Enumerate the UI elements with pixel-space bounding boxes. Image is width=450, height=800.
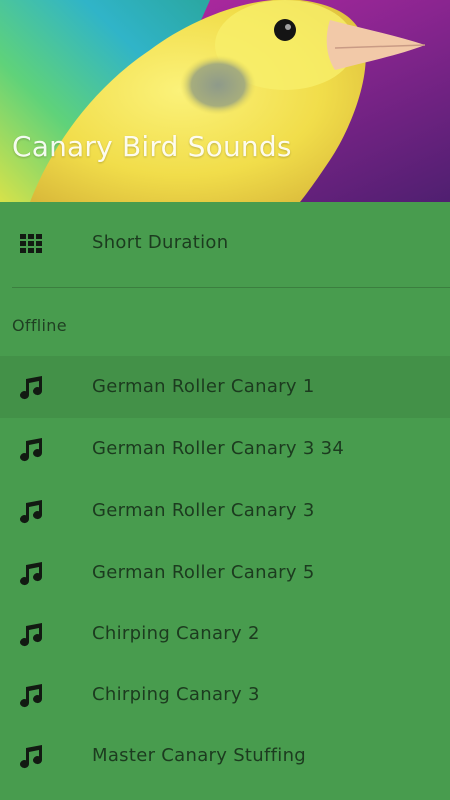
music-note-icon	[14, 738, 50, 774]
music-note-icon	[14, 493, 50, 529]
music-note-icon	[14, 677, 50, 713]
music-note-icon	[14, 616, 50, 652]
list-item-label: German Roller Canary 3	[92, 500, 315, 521]
list-item-label: German Roller Canary 3 34	[92, 438, 345, 459]
list-item-label: German Roller Canary 1	[92, 376, 315, 397]
music-note-icon	[14, 369, 50, 405]
section-header-offline: Offline	[12, 316, 67, 335]
list-item-label: Chirping Canary 2	[92, 623, 260, 644]
menu-item-short-duration[interactable]: Short Duration	[0, 212, 450, 276]
drawer-header: Canary Bird Sounds	[0, 0, 450, 202]
list-item[interactable]: German Roller Canary 5	[0, 542, 450, 604]
list-item-label: German Roller Canary 5	[92, 562, 315, 583]
app-title: Canary Bird Sounds	[12, 130, 292, 163]
list-item[interactable]: Chirping Canary 3	[0, 664, 450, 726]
list-item-label: Chirping Canary 3	[92, 684, 260, 705]
list-item[interactable]: German Roller Canary 1	[0, 356, 450, 418]
canary-bird-image	[0, 0, 450, 202]
list-item-label: Master Canary Stuffing	[92, 745, 307, 766]
divider	[12, 287, 450, 288]
list-item[interactable]: German Roller Canary 3	[0, 480, 450, 542]
list-item[interactable]: Master Canary Stuffing	[0, 725, 450, 787]
music-note-icon	[14, 431, 50, 467]
menu-item-label: Short Duration	[92, 232, 229, 253]
navigation-drawer: Short Duration Offline German Roller Can…	[0, 202, 450, 800]
music-note-icon	[14, 555, 50, 591]
list-item[interactable]: German Roller Canary 3 34	[0, 418, 450, 480]
grid-icon	[14, 226, 50, 262]
list-item[interactable]: Chirping Canary 2	[0, 603, 450, 665]
